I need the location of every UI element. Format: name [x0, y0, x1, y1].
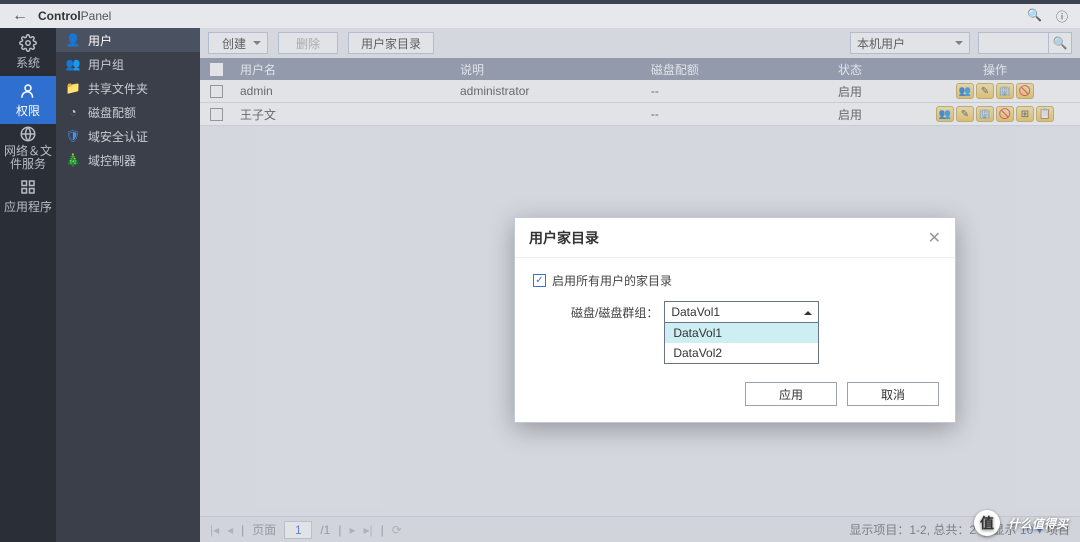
- volume-select[interactable]: DataVol1 DataVol1 DataVol2: [664, 301, 819, 364]
- sidebar: 👤 用户 👥 用户组 📁 共享文件夹 ◔ 磁盘配额 🛡 域安全认证 🎄 域控制器: [56, 28, 200, 542]
- sidebar-item-label: 共享文件夹: [88, 80, 148, 97]
- chevron-up-icon: [804, 307, 812, 315]
- rail-network[interactable]: 网络＆文件服务: [0, 124, 56, 172]
- users-icon: 👥: [66, 57, 80, 71]
- select-value: DataVol1: [671, 305, 720, 319]
- folder-icon: 📁: [66, 81, 80, 95]
- modal-title: 用户家目录: [529, 228, 599, 248]
- rail-label: 应用程序: [4, 198, 52, 215]
- select-option[interactable]: DataVol2: [665, 343, 818, 363]
- rail-apps[interactable]: 应用程序: [0, 172, 56, 220]
- user-icon: 👤: [66, 33, 80, 47]
- shield-icon: 🛡: [66, 129, 80, 143]
- cancel-button[interactable]: 取消: [847, 382, 939, 406]
- close-icon[interactable]: ✕: [928, 228, 941, 248]
- enable-label: 启用所有用户的家目录: [552, 272, 672, 289]
- rail-label: 权限: [16, 102, 40, 119]
- back-button[interactable]: ←: [12, 7, 28, 25]
- nav-rail: 系统 权限 网络＆文件服务 应用程序: [0, 28, 56, 542]
- enable-checkbox-row[interactable]: ✓ 启用所有用户的家目录: [533, 272, 937, 289]
- select-dropdown: DataVol1 DataVol2: [665, 322, 818, 363]
- sidebar-item-label: 域安全认证: [88, 128, 148, 145]
- watermark-text: 什么值得买: [1008, 515, 1068, 532]
- checkbox-icon: ✓: [533, 274, 546, 287]
- select-option[interactable]: DataVol1: [665, 323, 818, 343]
- sidebar-item-label: 用户: [88, 32, 112, 49]
- sidebar-item-quota[interactable]: ◔ 磁盘配额: [56, 100, 200, 124]
- apply-button[interactable]: 应用: [745, 382, 837, 406]
- home-dir-modal: 用户家目录 ✕ ✓ 启用所有用户的家目录 磁盘/磁盘群组： DataVol1: [514, 217, 956, 423]
- sidebar-item-usergroup[interactable]: 👥 用户组: [56, 52, 200, 76]
- sidebar-item-label: 域控制器: [88, 152, 136, 169]
- volume-label: 磁盘/磁盘群组：: [571, 301, 658, 321]
- rail-label: 网络＆文件服务: [0, 145, 56, 171]
- sidebar-item-label: 用户组: [88, 56, 124, 73]
- rail-label: 系统: [16, 54, 40, 71]
- sidebar-item-domainctrl[interactable]: 🎄 域控制器: [56, 148, 200, 172]
- pie-icon: ◔: [66, 105, 80, 119]
- tree-icon: 🎄: [66, 153, 80, 167]
- watermark: 值 什么值得买: [974, 510, 1068, 536]
- rail-system[interactable]: 系统: [0, 28, 56, 76]
- sidebar-item-domainsec[interactable]: 🛡 域安全认证: [56, 124, 200, 148]
- sidebar-item-label: 磁盘配额: [88, 104, 136, 121]
- search-icon[interactable]: 🔍: [1027, 8, 1042, 25]
- watermark-badge-icon: 值: [974, 510, 1000, 536]
- sidebar-item-user[interactable]: 👤 用户: [56, 28, 200, 52]
- app-title: ControlPanel: [38, 7, 111, 25]
- rail-permission[interactable]: 权限: [0, 76, 56, 124]
- help-icon[interactable]: ⓘ: [1056, 8, 1068, 25]
- sidebar-item-sharedfolder[interactable]: 📁 共享文件夹: [56, 76, 200, 100]
- content-area: 创建 删除 用户家目录 本机用户 🔍 用户名 说明 磁盘配额 状态 操作 adm…: [200, 28, 1080, 542]
